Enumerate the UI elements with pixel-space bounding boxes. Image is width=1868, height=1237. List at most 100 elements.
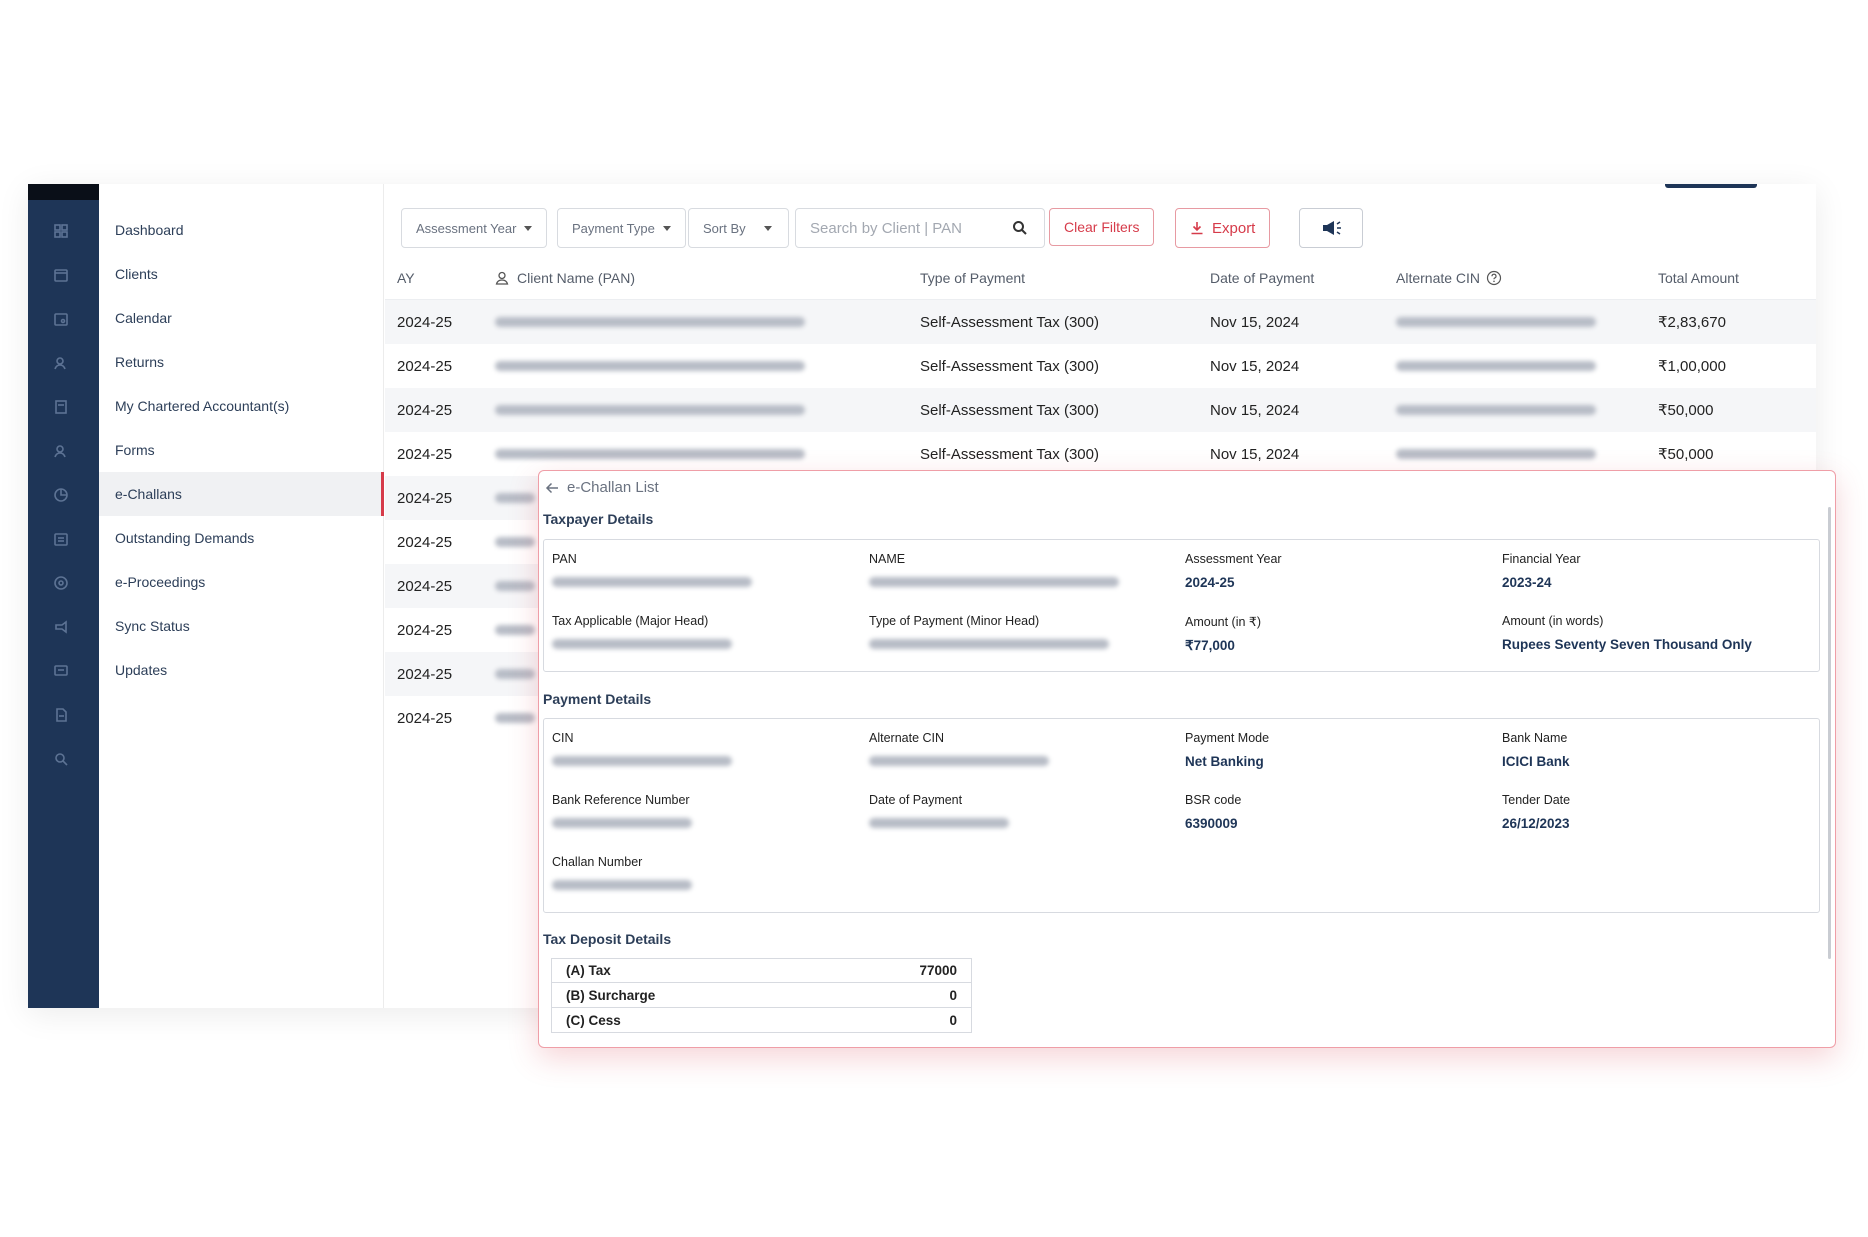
icon-sidebar [28,184,99,1008]
tender-date-label: Tender Date [1502,793,1571,807]
cell-client-name [495,361,920,371]
taxpayer-details-box: PAN NAME Assessment Year 2024-25 Financia… [543,539,1820,672]
sort-by-dropdown[interactable]: Sort By [688,208,789,248]
cell-amount: ₹50,000 [1658,446,1714,463]
redacted-client-name [495,361,805,371]
search-icon[interactable] [50,748,72,770]
cell-ay: 2024-25 [397,665,453,683]
bank-reference-field: Bank Reference Number [552,793,852,831]
sidebar-item-sync-status[interactable]: Sync Status [99,604,384,648]
proceedings-icon[interactable] [50,572,72,594]
column-header-total-amount[interactable]: Total Amount [1658,270,1816,286]
arrow-left-icon [545,482,558,493]
sidebar-item-clients[interactable]: Clients [99,252,384,296]
sidebar-item-updates[interactable]: Updates [99,648,384,692]
redacted-challan-number [552,880,692,890]
challan-icon[interactable] [50,484,72,506]
pan-value [552,575,852,590]
column-header-alternate-cin[interactable]: Alternate CIN [1396,270,1658,286]
cell-ay: 2024-25 [397,533,453,551]
clear-filters-button[interactable]: Clear Filters [1049,208,1155,246]
updates-icon[interactable] [50,660,72,682]
assessment-year-dropdown[interactable]: Assessment Year [401,208,548,248]
cell-amount: ₹1,00,000 [1658,358,1726,375]
amount-words-field: Amount (in words) Rupees Seventy Seven Th… [1502,614,1812,652]
payment-details-box: CIN Alternate CIN Payment Mode Net Bankin… [543,718,1820,913]
table-row[interactable]: 2024-25 Self-Assessment Tax (300) Nov 15, … [385,344,1816,388]
payment-type-label: Payment Type [572,220,655,236]
user-icon [495,271,509,285]
demands-icon[interactable] [50,528,72,550]
search-icon[interactable] [1012,220,1028,236]
financial-year-label: Financial Year [1502,552,1581,566]
cell-alternate-cin [1396,449,1658,459]
cell-date: Nov 15, 2024 [1210,445,1300,463]
redacted-minor-head [869,639,1109,649]
redacted-alternate-cin [869,756,1049,766]
forms-icon[interactable] [50,440,72,462]
cell-alternate-cin [1396,361,1658,371]
column-header-ay[interactable]: AY [385,270,495,286]
table-row[interactable]: 2024-25 Self-Assessment Tax (300) Nov 15, … [385,300,1816,344]
payment-type-dropdown[interactable]: Payment Type [557,208,686,248]
cell-type: Self-Assessment Tax (300) [920,445,1099,463]
side-navigation: Dashboard Clients Calendar Returns My Ch… [99,184,384,1008]
sidebar-item-e-proceedings[interactable]: e-Proceedings [99,560,384,604]
column-header-type-of-payment[interactable]: Type of Payment [920,270,1210,286]
sidebar-item-outstanding-demands[interactable]: Outstanding Demands [99,516,384,560]
major-head-value [552,637,852,652]
tax-deposit-table: (A) Tax 77000 (B) Surcharge 0 (C) Cess 0 [551,958,972,1033]
filter-toolbar: Assessment Year Payment Type Sort By Sea… [385,184,1816,256]
tax-deposit-details-title: Tax Deposit Details [543,931,672,947]
megaphone-icon [1323,221,1341,235]
sidebar-item-chartered-accountants[interactable]: My Chartered Accountant(s) [99,384,384,428]
accountant-icon[interactable] [50,396,72,418]
cell-alternate-cin [1396,405,1658,415]
returns-icon[interactable] [50,352,72,374]
name-value [869,575,1169,590]
help-icon[interactable] [1486,270,1502,286]
deposit-label: (B) Surcharge [566,987,656,1003]
sidebar-item-returns[interactable]: Returns [99,340,384,384]
deposit-label: (A) Tax [566,963,611,978]
bank-name-field: Bank Name ICICI Bank [1502,731,1802,769]
announcements-button[interactable] [1299,208,1363,248]
clients-icon[interactable] [50,264,72,286]
calendar-icon[interactable] [50,308,72,330]
major-head-field: Tax Applicable (Major Head) [552,614,852,652]
sidebar-item-forms[interactable]: Forms [99,428,384,472]
redacted-pan [552,577,752,587]
table-row[interactable]: 2024-25 Self-Assessment Tax (300) Nov 15, … [385,388,1816,432]
column-header-client-name[interactable]: Client Name (PAN) [495,270,920,286]
export-button[interactable]: Export [1175,208,1271,248]
sync-icon[interactable] [50,616,72,638]
redacted-client-name [495,405,805,415]
challan-number-value [552,878,852,893]
back-to-e-challan-list-link[interactable]: e-Challan List [545,479,659,496]
cell-client-name [495,449,920,459]
cell-ay: 2024-25 [397,357,453,375]
assessment-year-label: Assessment Year [1185,552,1282,566]
cell-amount: ₹50,000 [1658,402,1714,419]
cell-ay: 2024-25 [397,489,453,507]
redacted-cin [552,756,732,766]
document-icon[interactable] [50,704,72,726]
assessment-year-value: 2024-25 [1185,575,1235,590]
column-header-date-of-payment[interactable]: Date of Payment [1210,270,1396,286]
sidebar-item-e-challans[interactable]: e-Challans [99,472,384,516]
sidebar-item-dashboard[interactable]: Dashboard [99,208,384,252]
amount-words-value: Rupees Seventy Seven Thousand Only [1502,637,1752,652]
sidebar-item-calendar[interactable]: Calendar [99,296,384,340]
redacted-date-of-payment [869,818,1009,828]
name-field: NAME [869,552,1169,590]
search-input[interactable]: Search by Client | PAN [795,208,1045,248]
dashboard-icon[interactable] [50,220,72,242]
alternate-cin-field: Alternate CIN [869,731,1169,769]
redacted-client-name [495,581,535,591]
bank-name-label: Bank Name [1502,731,1568,745]
cin-field: CIN [552,731,852,769]
chevron-down-icon [524,225,533,231]
panel-scrollbar[interactable] [1828,507,1831,959]
payment-mode-value: Net Banking [1185,754,1264,769]
cell-client-name [495,405,920,415]
